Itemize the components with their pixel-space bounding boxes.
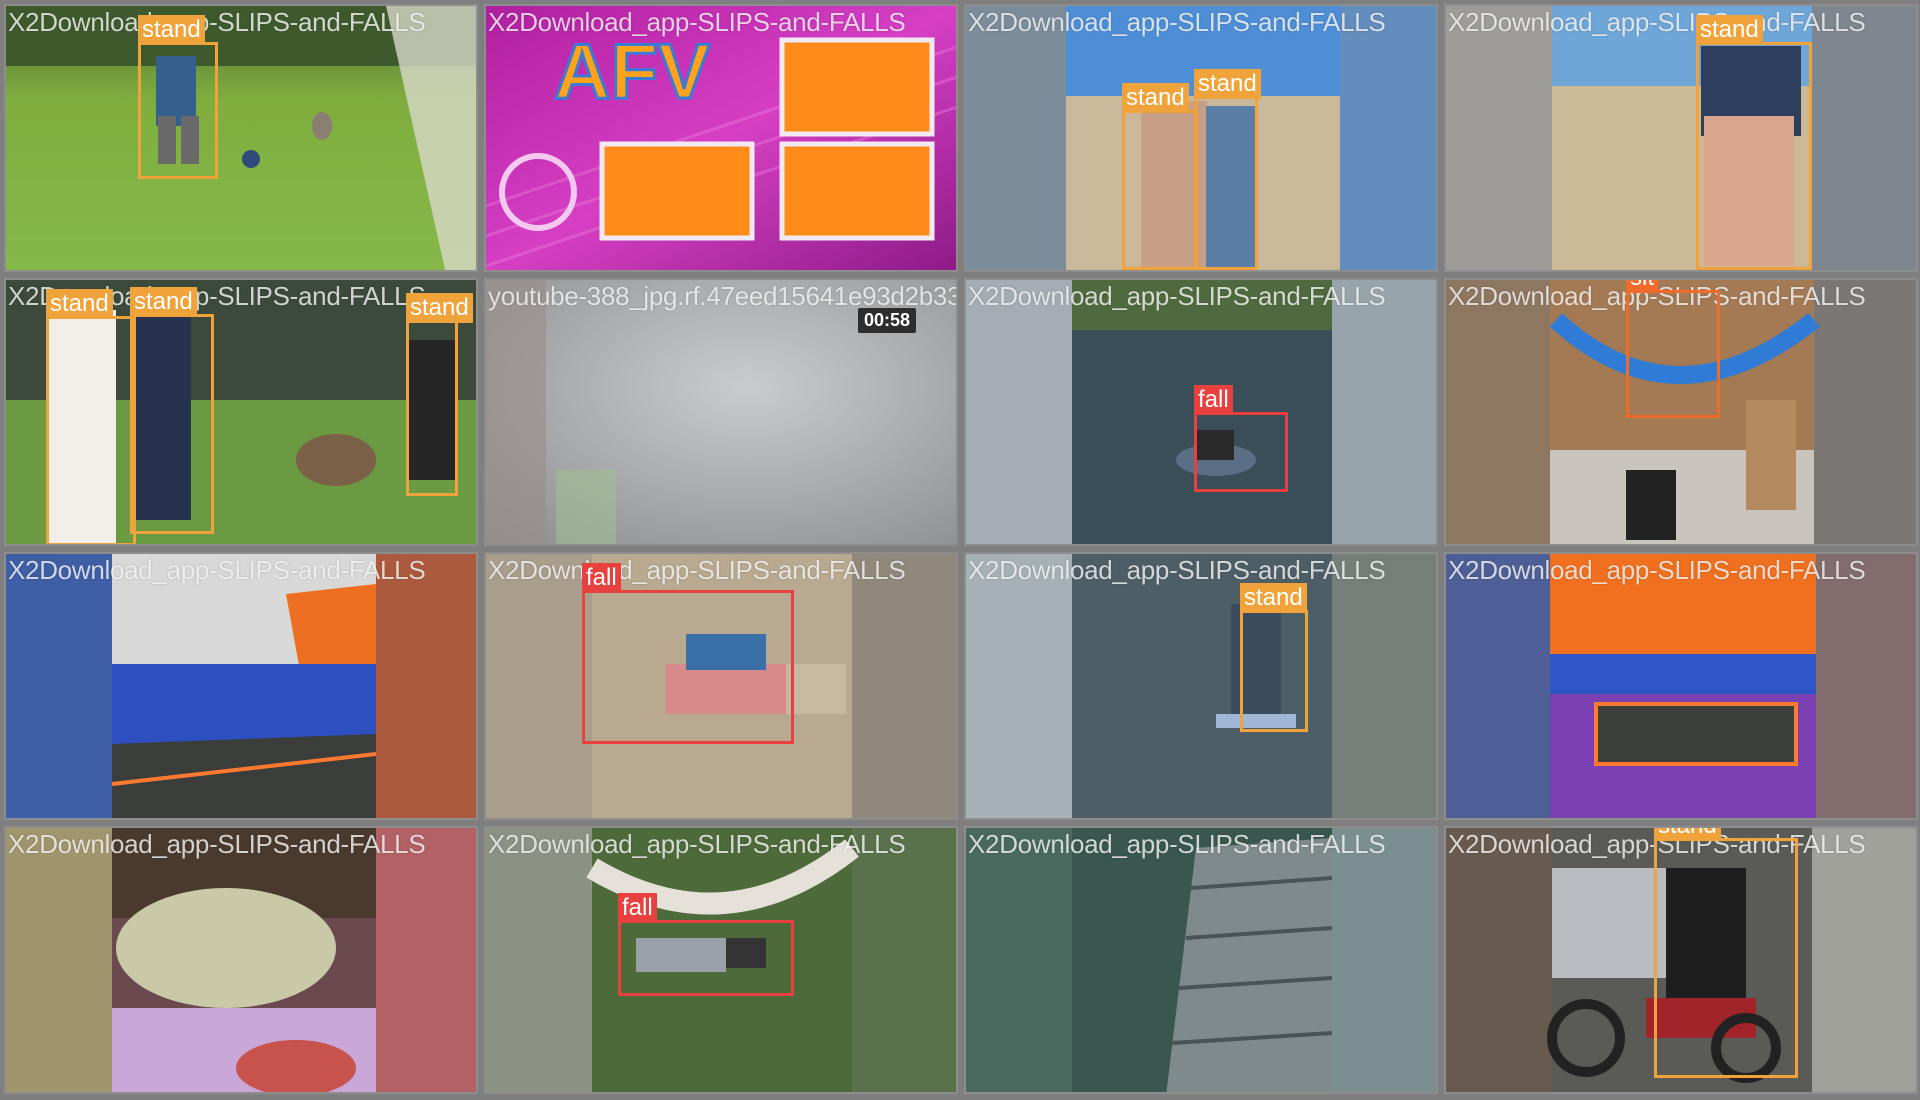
tile-2: AFV X2Download_app-SLIPS-and-FALLS (484, 4, 958, 272)
detection-box-fall: fall (582, 563, 794, 744)
detection-label: stand (1122, 83, 1189, 113)
tile-filename: X2Download_app-SLIPS-and-FALLS (968, 555, 1386, 585)
tile-filename: X2Download_app-SLIPS-and-FALLS (968, 281, 1386, 311)
video-timecode: 00:58 (857, 308, 916, 333)
tile-3: X2Download_app-SLIPS-and-FALLS stand sta… (964, 4, 1438, 272)
scene-afv-title-card: AFV (486, 6, 956, 270)
detection-label: sit (1626, 280, 1658, 293)
detection-label: fall (582, 563, 621, 593)
tile-filename: X2Download_app-SLIPS-and-FALLS (1448, 555, 1866, 585)
detection-box-stand: stand (1122, 83, 1198, 270)
tile-11: X2Download_app-SLIPS-and-FALLS stand (964, 552, 1438, 820)
tile-15: X2Download_app-SLIPS-and-FALLS (964, 826, 1438, 1094)
scene-trampoline-empty (1446, 554, 1916, 818)
tile-12: X2Download_app-SLIPS-and-FALLS (1444, 552, 1918, 820)
detection-label: stand (1240, 583, 1307, 613)
detection-box-stand: stand (1194, 69, 1261, 270)
scene-trampoline-park (6, 554, 476, 818)
scene-beach-umbrella (1446, 6, 1916, 270)
tile-filename: X2Download_app-SLIPS-and-FALLS (488, 829, 906, 859)
tile-filename: X2Download_app-SLIPS-and-FALLS (8, 555, 426, 585)
detection-box-stand: stand (1654, 828, 1798, 1078)
detection-box-stand: stand (1240, 583, 1308, 732)
detection-box-stand: stand (46, 289, 136, 544)
tile-filename: X2Download_app-SLIPS-and-FALLS (8, 7, 426, 37)
detection-label: fall (1194, 385, 1233, 415)
tile-filename: X2Download_app-SLIPS-and-FALLS (488, 7, 906, 37)
tile-9: X2Download_app-SLIPS-and-FALLS (4, 552, 478, 820)
tile-7: X2Download_app-SLIPS-and-FALLS fall (964, 278, 1438, 546)
detection-label: stand (406, 293, 473, 323)
scene-paddleboard (966, 554, 1436, 818)
tile-10: X2Download_app-SLIPS-and-FALLS fall (484, 552, 958, 820)
detection-box-fall: fall (1194, 385, 1288, 492)
detection-box-stand: stand (130, 287, 214, 534)
afv-logo: AFV (554, 27, 710, 115)
tile-filename: X2Download_app-SLIPS-and-FALLS (8, 829, 426, 859)
scene-dock (966, 828, 1436, 1092)
tile-16: X2Download_app-SLIPS-and-FALLS stand (1444, 826, 1918, 1094)
detection-box-stand: stand (138, 15, 218, 179)
detection-label: stand (1194, 69, 1261, 99)
detection-label: fall (618, 893, 657, 923)
detection-label: stand (130, 287, 197, 317)
tile-5: X2Download_app-SLIPS-and-FALLS stand sta… (4, 278, 478, 546)
detection-label: stand (1654, 828, 1721, 841)
detection-box-stand: stand (406, 293, 473, 496)
tile-6: youtube-388_jpg.rf.47eed15641e93d2b336 0… (484, 278, 958, 546)
tile-filename: X2Download_app-SLIPS-and-FALLS (968, 7, 1386, 37)
detection-label: stand (46, 289, 113, 319)
detection-mosaic: X2Download_app-SLIPS-and-FALLS stand AFV… (0, 0, 1920, 1100)
scene-party (6, 828, 476, 1092)
scene-grass-yard (6, 6, 476, 270)
tile-4: X2Download_app-SLIPS-and-FALLS stand (1444, 4, 1918, 272)
tile-filename: X2Download_app-SLIPS-and-FALLS (968, 829, 1386, 859)
tile-14: X2Download_app-SLIPS-and-FALLS fall (484, 826, 958, 1094)
detection-box-sit: sit (1626, 280, 1720, 418)
detection-label: stand (1696, 15, 1763, 45)
detection-box-stand: stand (1696, 15, 1812, 270)
detection-label: stand (138, 15, 205, 45)
detection-box-fall: fall (618, 893, 794, 996)
tile-1: X2Download_app-SLIPS-and-FALLS stand (4, 4, 478, 272)
tile-8: X2Download_app-SLIPS-and-FALLS sit (1444, 278, 1918, 546)
tile-13: X2Download_app-SLIPS-and-FALLS (4, 826, 478, 1094)
tile-filename: X2Download_app-SLIPS-and-FALLS (1448, 7, 1866, 37)
tile-filename: X2Download_app-SLIPS-and-FALLS (488, 555, 906, 585)
